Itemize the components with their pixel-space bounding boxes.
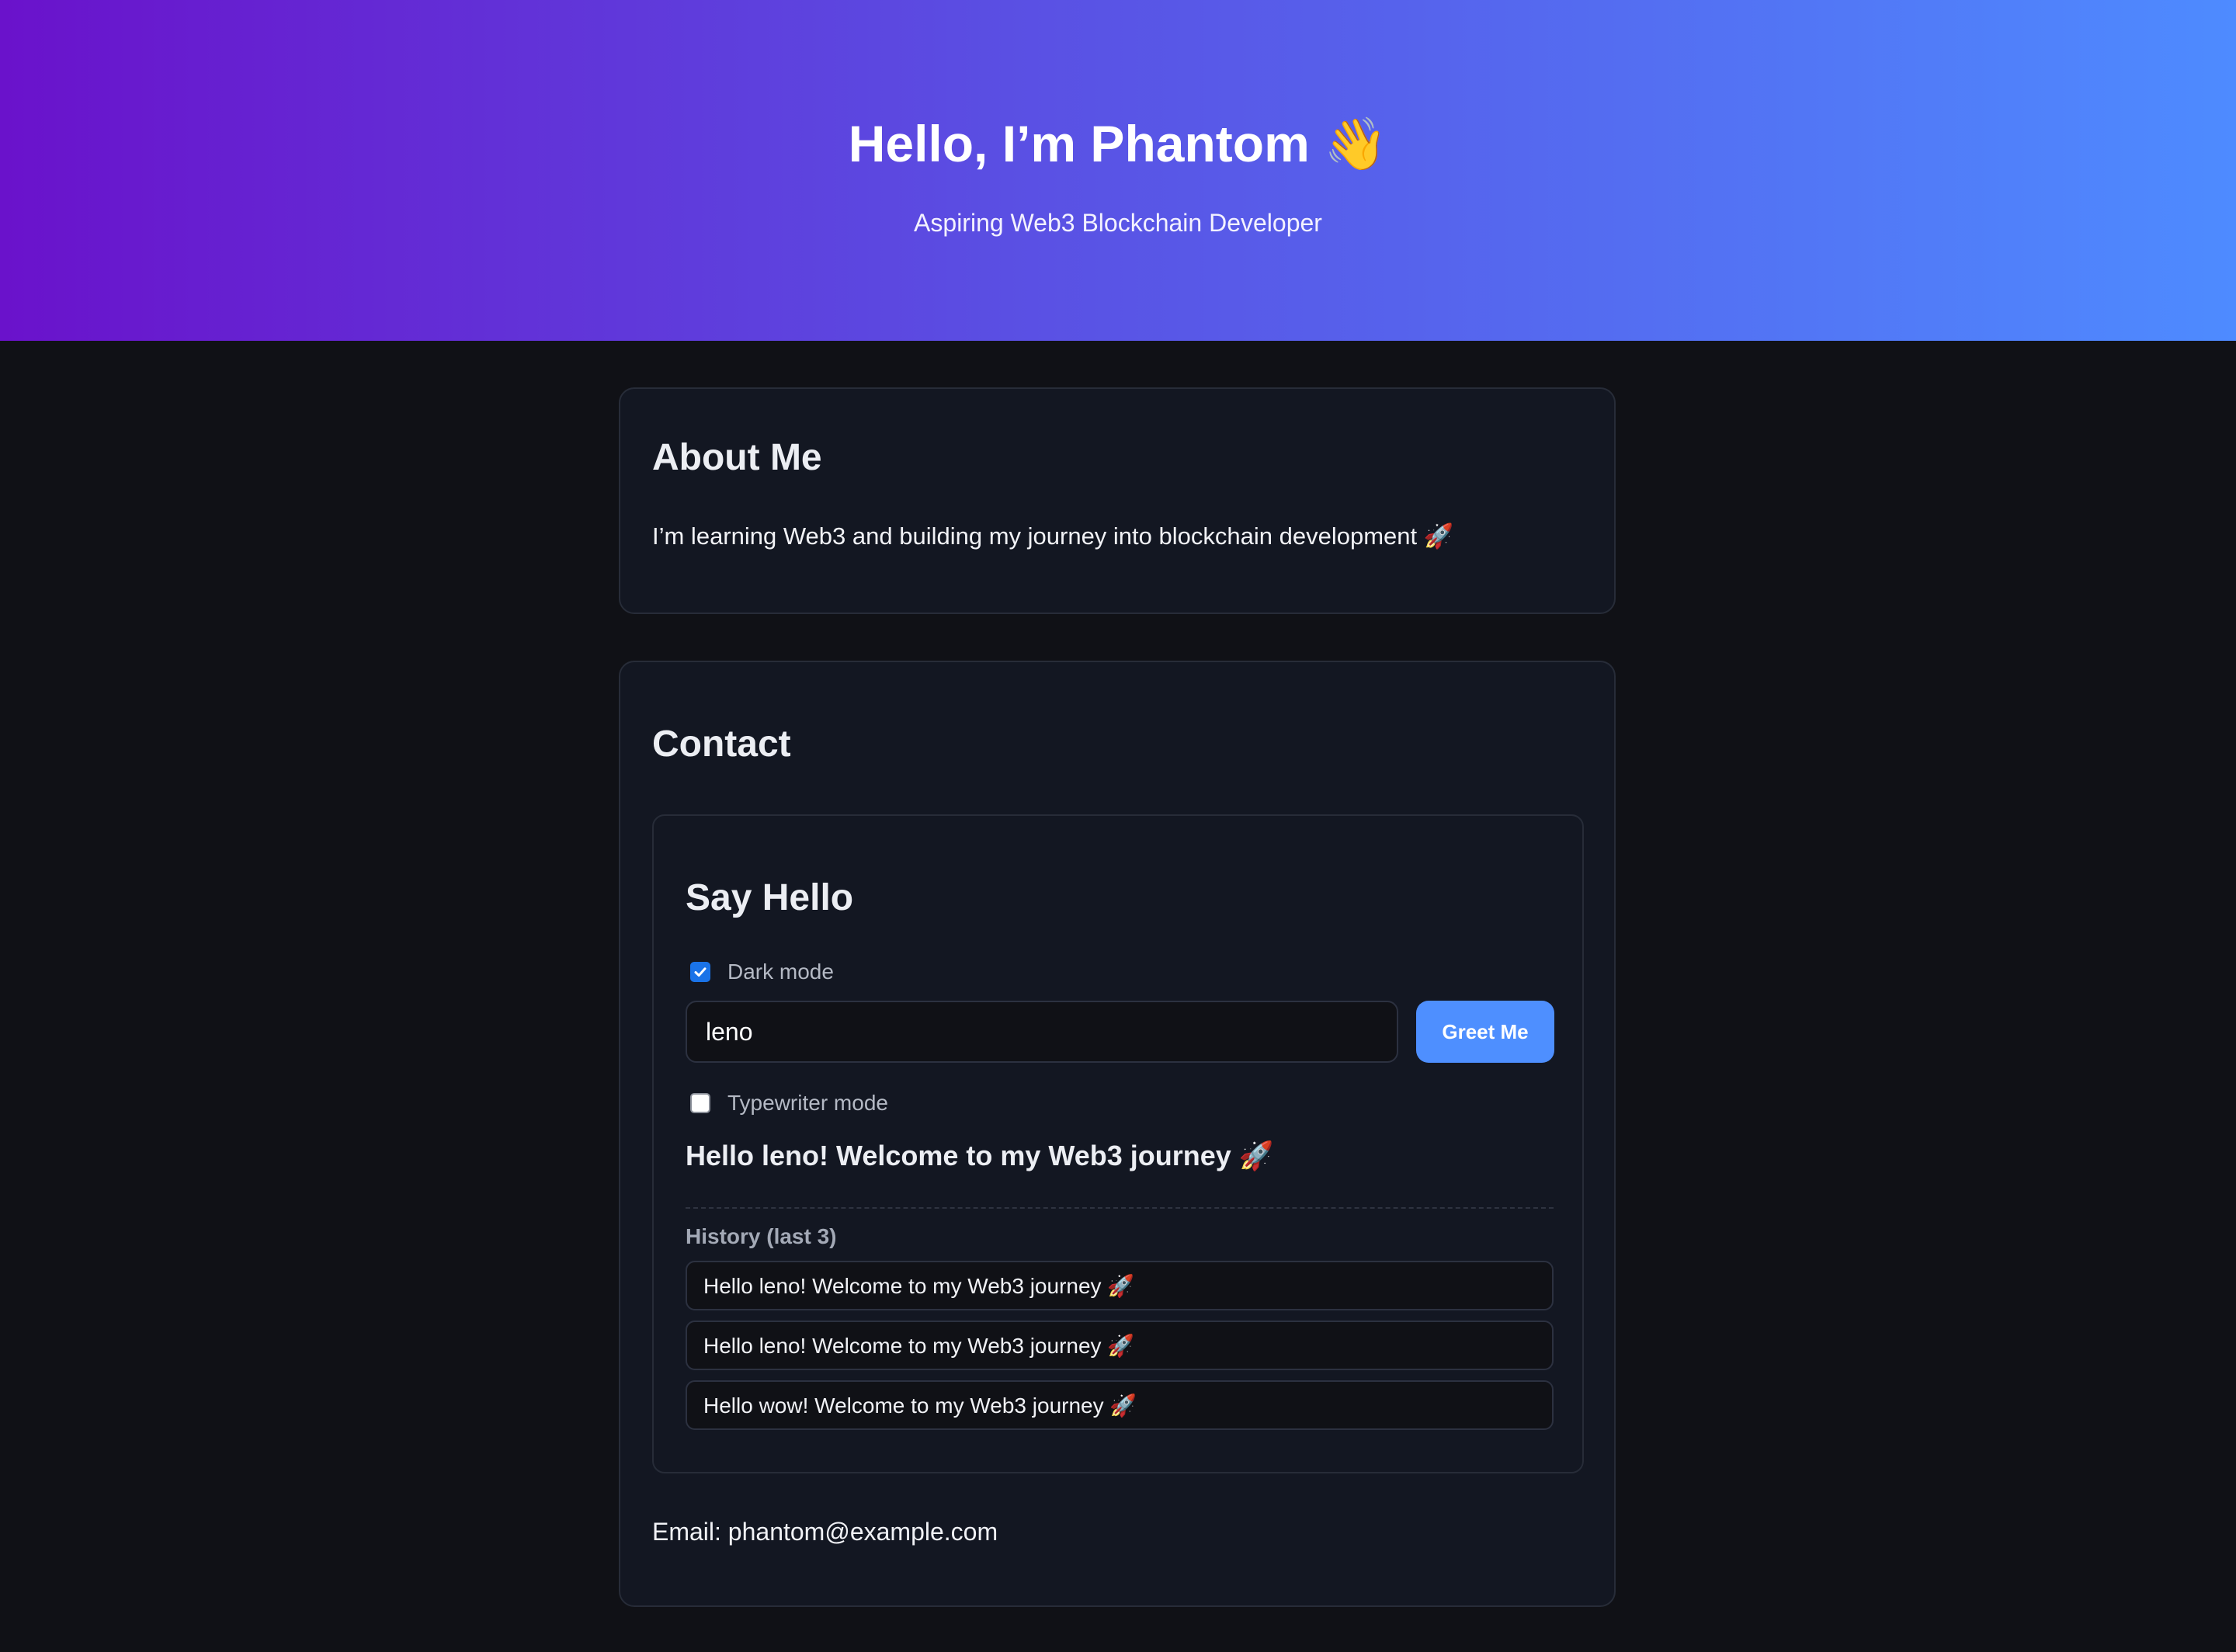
dark-mode-toggle[interactable]: Dark mode [690, 956, 834, 987]
contact-card: Contact Say Hello Dark mode Greet Me Typ… [619, 661, 1616, 1607]
history-divider [686, 1207, 1554, 1209]
about-text: I’m learning Web3 and building my journe… [652, 522, 1454, 550]
history-heading: History (last 3) [686, 1224, 837, 1248]
typewriter-mode-checkbox[interactable] [690, 1093, 710, 1113]
history-item: Hello leno! Welcome to my Web3 journey 🚀 [686, 1261, 1554, 1310]
about-card: About Me I’m learning Web3 and building … [619, 387, 1616, 614]
contact-email: Email: phantom@example.com [652, 1518, 998, 1546]
about-heading: About Me [652, 437, 822, 478]
history-item: Hello leno! Welcome to my Web3 journey 🚀 [686, 1321, 1554, 1370]
dark-mode-checkbox[interactable] [690, 962, 710, 982]
dark-mode-label: Dark mode [727, 960, 834, 984]
page-subtitle: Aspiring Web3 Blockchain Developer [914, 209, 1322, 237]
name-input[interactable] [686, 1001, 1398, 1063]
checkmark-icon [694, 967, 707, 977]
say-hello-panel: Say Hello Dark mode Greet Me Typewriter … [652, 814, 1584, 1473]
history-list: Hello leno! Welcome to my Web3 journey 🚀… [686, 1261, 1554, 1440]
history-item: Hello wow! Welcome to my Web3 journey 🚀 [686, 1380, 1554, 1430]
contact-heading: Contact [652, 724, 791, 765]
greet-me-button[interactable]: Greet Me [1416, 1001, 1554, 1063]
greeting-output: Hello leno! Welcome to my Web3 journey 🚀 [686, 1140, 1274, 1171]
typewriter-mode-toggle[interactable]: Typewriter mode [690, 1088, 888, 1119]
say-hello-heading: Say Hello [686, 877, 854, 918]
page-title: Hello, I’m Phantom 👋 [848, 115, 1388, 172]
typewriter-mode-label: Typewriter mode [727, 1091, 888, 1115]
hero-banner: Hello, I’m Phantom 👋 Aspiring Web3 Block… [0, 0, 2236, 341]
